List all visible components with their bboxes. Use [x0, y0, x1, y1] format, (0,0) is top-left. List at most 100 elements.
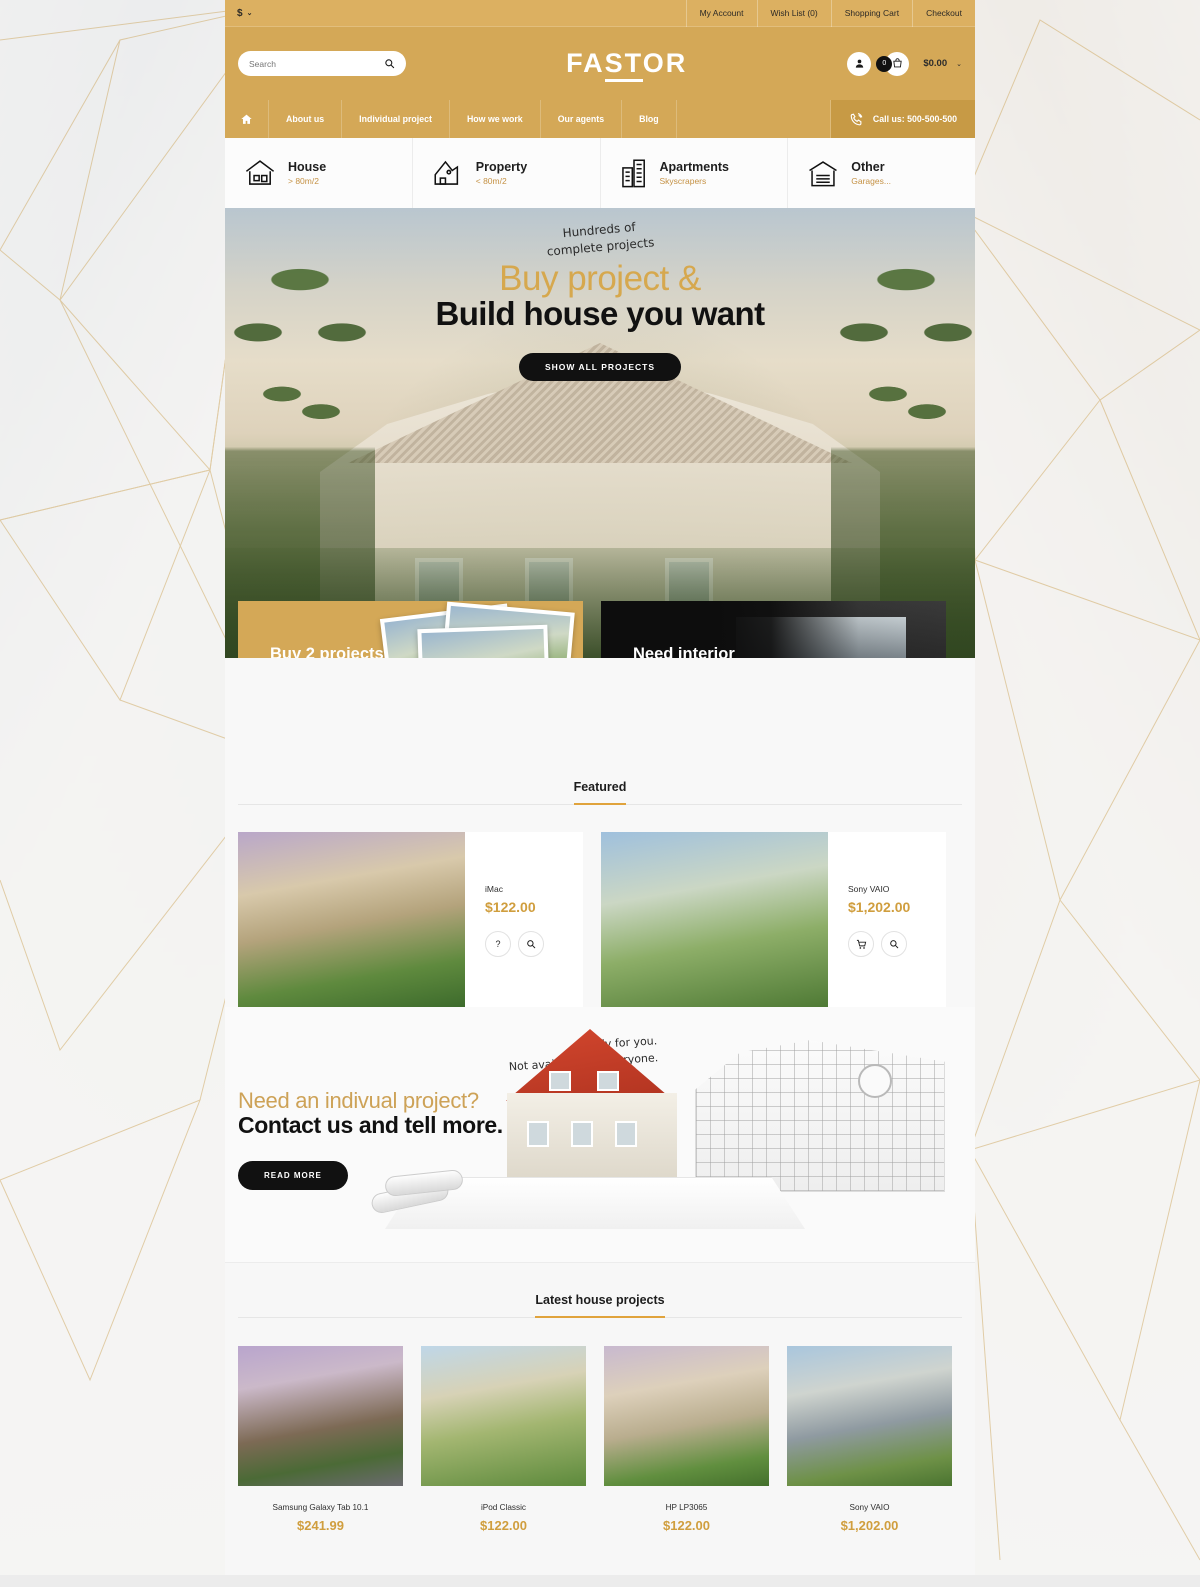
promo-photo-stack: [379, 601, 583, 658]
currency-symbol: $: [237, 7, 243, 19]
product-image[interactable]: [238, 832, 465, 1007]
category-title: Other: [851, 159, 885, 174]
latest-product-card[interactable]: Sony VAIO $1,202.00: [787, 1346, 952, 1533]
individual-project-cta: only for you. Not available for everyone…: [225, 1007, 975, 1262]
latest-product-card[interactable]: HP LP3065 $122.00: [604, 1346, 769, 1533]
nav-item-home[interactable]: [225, 100, 269, 138]
product-image[interactable]: [421, 1346, 586, 1486]
currency-selector[interactable]: $ ⌄: [225, 0, 264, 26]
show-all-projects-button[interactable]: SHOW ALL PROJECTS: [518, 352, 682, 381]
category-other[interactable]: Other Garages...: [788, 138, 975, 208]
promo-content: Need interior design? READ MORE: [633, 644, 735, 658]
cart-chevron-down-icon[interactable]: ⌄: [956, 60, 962, 68]
category-apartments[interactable]: Apartments Skyscrapers: [601, 138, 789, 208]
product-image[interactable]: [604, 1346, 769, 1486]
logo-part-3: OR: [642, 48, 688, 78]
category-house[interactable]: House > 80m/2: [225, 138, 413, 208]
call-us-block[interactable]: Call us: 500-500-500: [830, 100, 975, 138]
user-icon: [855, 59, 864, 68]
kitchen-fade: [716, 601, 946, 658]
cart-total: $0.00: [923, 58, 948, 69]
search-input[interactable]: [249, 58, 384, 69]
chevron-down-icon: ⌄: [246, 10, 253, 17]
nav-item-individual-project[interactable]: Individual project: [342, 100, 450, 138]
category-subtitle: > 80m/2: [288, 176, 319, 187]
search-icon[interactable]: [518, 931, 544, 957]
featured-title: Featured: [573, 780, 627, 805]
featured-product-card[interactable]: Sony VAIO $1,202.00: [601, 832, 946, 1007]
product-price: $1,202.00: [840, 1518, 899, 1533]
house-icon: [245, 160, 275, 185]
featured-product-card[interactable]: iMac $122.00 ?: [238, 832, 583, 1007]
nav-item-blog[interactable]: Blog: [622, 100, 677, 138]
nav-item-about-us[interactable]: About us: [269, 100, 343, 138]
blueprint-roll: [384, 1168, 464, 1198]
phone-icon: [850, 112, 863, 125]
site-logo[interactable]: FASTOR: [406, 48, 847, 82]
house-window: [571, 1121, 593, 1147]
product-image[interactable]: [238, 1346, 403, 1486]
latest-product-card[interactable]: Samsung Galaxy Tab 10.1 $241.99: [238, 1346, 403, 1533]
featured-product-grid: iMac $122.00 ? Sony VAIO $1,202.00: [238, 832, 962, 1007]
promo-title-line-1: Buy 2 projects: [270, 645, 384, 658]
product-price: $241.99: [297, 1518, 344, 1533]
cart-group[interactable]: 0: [876, 51, 910, 76]
main-navigation: About us Individual project How we work …: [225, 100, 975, 138]
category-subtitle: Skyscrapers: [659, 176, 707, 187]
latest-product-grid: Samsung Galaxy Tab 10.1 $241.99 iPod Cla…: [238, 1346, 962, 1533]
site-container: $ ⌄ My Account Wish List (0) Shopping Ca…: [225, 0, 975, 1580]
nav-spacer: [677, 100, 831, 138]
product-image[interactable]: [787, 1346, 952, 1486]
cart-icon: [893, 58, 902, 68]
featured-heading: Featured: [238, 778, 962, 805]
garage-icon: [809, 161, 838, 187]
topbar-link-wish-list[interactable]: Wish List (0): [756, 0, 831, 27]
promo-interior-design[interactable]: Need interior design? READ MORE: [601, 601, 946, 658]
search-icon[interactable]: [881, 931, 907, 957]
account-button[interactable]: [847, 51, 872, 76]
property-icon: [434, 160, 458, 185]
topbar-link-my-account[interactable]: My Account: [685, 0, 757, 27]
category-house-text: House > 80m/2: [288, 160, 326, 187]
dormer-window: [549, 1071, 571, 1091]
product-info: iMac $122.00 ?: [465, 832, 583, 1007]
category-subtitle: < 80m/2: [475, 176, 507, 187]
call-us-label: Call us: 500-500-500: [872, 114, 957, 124]
cta-read-more-button[interactable]: READ MORE: [238, 1161, 348, 1190]
category-property[interactable]: Property < 80m/2: [413, 138, 601, 208]
promo-banners: Buy 2 projects Get 3rd free MORE DETAILS…: [238, 601, 962, 658]
dormer-window: [597, 1071, 619, 1091]
bottom-section-strip: [0, 1575, 1200, 1587]
hero-banner: Hundreds of complete projects Buy projec…: [225, 208, 975, 658]
section-tail: [238, 1533, 962, 1580]
logo-part-1: FA: [566, 48, 605, 78]
category-title: House: [288, 159, 327, 174]
wireframe-house: [695, 1040, 945, 1192]
question-icon[interactable]: ?: [485, 931, 511, 957]
category-property-text: Property < 80m/2: [476, 160, 527, 187]
category-strip: House > 80m/2 Property < 80m/2 Apartment…: [225, 138, 975, 208]
latest-product-card[interactable]: iPod Classic $122.00: [421, 1346, 586, 1533]
cta-illustration: [365, 1029, 965, 1229]
promo-buy-2-projects[interactable]: Buy 2 projects Get 3rd free MORE DETAILS: [238, 601, 583, 658]
product-actions: ?: [485, 931, 583, 957]
search-box[interactable]: [238, 51, 406, 76]
product-price: $122.00: [485, 899, 536, 915]
hero-text-block: Hundreds of complete projects Buy projec…: [225, 220, 975, 381]
category-other-text: Other Garages...: [851, 160, 891, 187]
cart-icon[interactable]: [848, 931, 874, 957]
nav-item-how-we-work[interactable]: How we work: [450, 100, 541, 138]
category-apartments-text: Apartments Skyscrapers: [660, 160, 729, 187]
search-icon[interactable]: [384, 58, 395, 69]
product-actions: [848, 931, 946, 957]
product-image[interactable]: [601, 832, 828, 1007]
nav-item-our-agents[interactable]: Our agents: [541, 100, 623, 138]
house-window: [615, 1121, 637, 1147]
latest-title: Latest house projects: [535, 1293, 665, 1318]
topbar-link-checkout[interactable]: Checkout: [912, 0, 975, 27]
cart-count-badge: 0: [876, 55, 893, 72]
house-window: [527, 1121, 549, 1147]
category-title: Property: [475, 159, 528, 174]
latest-projects-section: Latest house projects Samsung Galaxy Tab…: [225, 1262, 975, 1580]
topbar-link-shopping-cart[interactable]: Shopping Cart: [830, 0, 912, 27]
